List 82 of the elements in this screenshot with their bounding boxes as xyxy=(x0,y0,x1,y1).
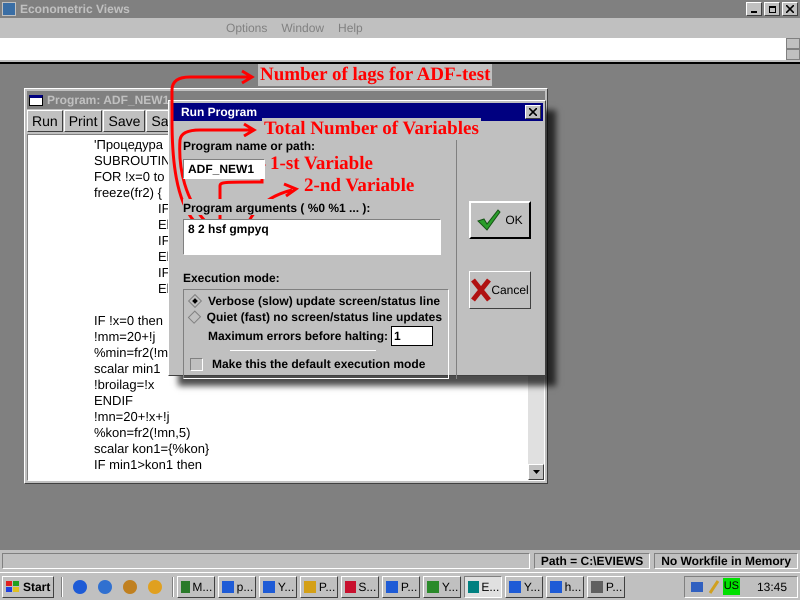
code-line: SUBROUTIN xyxy=(94,153,171,169)
command-field[interactable] xyxy=(0,38,786,60)
windows-logo-icon xyxy=(6,580,20,592)
plug-icon xyxy=(708,578,720,594)
app-icon xyxy=(2,2,16,16)
toolbar-button[interactable]: Run xyxy=(27,110,63,132)
close-icon xyxy=(529,108,537,116)
taskbar-button[interactable]: Y... xyxy=(505,576,544,598)
checkmark-icon xyxy=(477,209,502,231)
quick-launch-icon[interactable] xyxy=(71,578,90,596)
status-pane: Path = C:\EVIEWS xyxy=(534,553,650,569)
quick-launch-icon[interactable] xyxy=(121,578,140,596)
minimize-button[interactable] xyxy=(746,2,762,16)
clock: 13:45 xyxy=(756,578,787,596)
minimize-icon xyxy=(751,11,757,13)
app-icon xyxy=(508,580,522,594)
program-icon xyxy=(29,94,43,106)
restore-button[interactable] xyxy=(764,2,780,16)
taskbar-button[interactable]: p... xyxy=(218,576,256,598)
code-line: 'Процедура xyxy=(94,137,163,153)
close-button[interactable] xyxy=(525,105,541,119)
annotation-label: Number of lags for ADF-test xyxy=(258,64,492,86)
taskbar-button[interactable]: E... xyxy=(464,576,502,598)
down-arrow-icon xyxy=(532,470,540,474)
taskbar-button[interactable]: M... xyxy=(177,576,216,598)
program-arguments-field[interactable]: 8 2 hsf gmpyq xyxy=(183,219,441,255)
app-icon xyxy=(344,580,356,594)
field-label: Maximum errors before halting: xyxy=(208,328,388,345)
close-button[interactable] xyxy=(782,2,798,16)
radio-label[interactable]: Quiet (fast) no screen/status line updates xyxy=(206,308,442,326)
radio-label[interactable]: Verbose (slow) update screen/status line xyxy=(208,292,440,310)
app-icon xyxy=(180,580,190,594)
code-line: FOR !x=0 to xyxy=(94,169,164,185)
section-label: Execution mode: xyxy=(183,270,280,287)
code-line: IF min1>kon1 then xyxy=(94,457,202,473)
toolbar-button[interactable]: Print xyxy=(64,110,102,132)
code-line: scalar min1 xyxy=(94,361,160,377)
field-label: Program arguments ( %0 %1 ... ): xyxy=(183,199,370,215)
checkbox-label[interactable]: Make this the default execution mode xyxy=(212,355,426,373)
app-icon xyxy=(262,580,276,594)
program-name-field[interactable]: ADF_NEW1 xyxy=(183,159,265,179)
app-icon xyxy=(303,580,317,594)
code-line: %min=fr2(!m xyxy=(94,345,168,361)
app-icon xyxy=(590,580,604,594)
code-line: ENDIF xyxy=(94,393,133,409)
app-icon xyxy=(549,580,563,594)
quick-launch-icon[interactable] xyxy=(96,578,114,596)
app-icon xyxy=(467,580,480,594)
code-line: IF !x=0 then xyxy=(94,313,164,329)
radio-button[interactable] xyxy=(188,310,201,324)
app-icon xyxy=(221,580,235,594)
taskbar-button[interactable]: S... xyxy=(341,576,380,598)
start-button[interactable]: Start xyxy=(2,576,54,598)
app-icon xyxy=(385,580,399,594)
cancel-button[interactable]: Cancel xyxy=(469,271,531,309)
close-icon xyxy=(786,5,794,13)
ok-button[interactable]: OK xyxy=(469,201,531,239)
taskbar-button[interactable]: P... xyxy=(587,576,626,598)
code-line: %kon=fr2(!mn,5) xyxy=(94,425,190,441)
code-line: freeze(fr2) { xyxy=(94,185,162,201)
taskbar-button[interactable]: P... xyxy=(300,576,338,598)
status-pane: No Workfile in Memory xyxy=(654,553,798,569)
code-line: scalar kon1={%kon} xyxy=(94,441,210,457)
cross-icon xyxy=(471,278,492,302)
code-line: !mm=20+!j xyxy=(94,329,156,345)
code-line: !broilag=!x xyxy=(94,377,154,393)
taskbar-button[interactable]: Y... xyxy=(259,576,298,598)
field-label: Program name or path: xyxy=(183,137,316,153)
code-line: !mn=20+!x+!j xyxy=(94,409,170,425)
taskbar-button[interactable]: P... xyxy=(382,576,420,598)
taskbar-button[interactable]: h... xyxy=(546,576,584,598)
program-title: Program: ADF_NEW1 xyxy=(47,92,170,109)
restore-icon xyxy=(768,6,776,12)
max-errors-field[interactable]: 1 xyxy=(391,326,434,346)
checkbox[interactable] xyxy=(190,358,203,370)
window-title: Econometric Views xyxy=(20,1,130,18)
language-indicator[interactable]: US xyxy=(722,578,740,595)
app-icon xyxy=(426,580,440,594)
taskbar-button[interactable]: Y... xyxy=(423,576,462,598)
annotation-label: Total Number of Variables xyxy=(262,118,481,140)
toolbar-button[interactable]: Save xyxy=(103,110,146,132)
scroll-arrows-icon[interactable] xyxy=(786,38,800,60)
